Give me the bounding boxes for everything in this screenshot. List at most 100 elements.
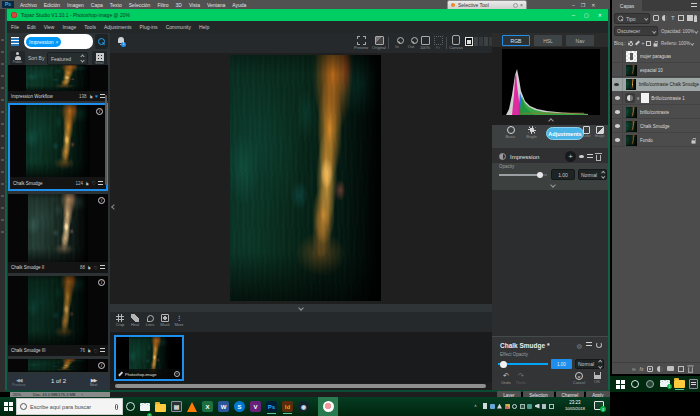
menu-archivo[interactable]: Archivo	[20, 2, 37, 8]
filmstrip-scrollbar[interactable]	[115, 384, 486, 388]
secondary-explorer-icon[interactable]	[674, 378, 685, 388]
menu-texto[interactable]: Texto	[110, 2, 122, 8]
search-tag-remove-icon[interactable]: ×	[55, 39, 58, 45]
lock-artboard-icon[interactable]	[646, 41, 651, 46]
impression-visibility-icon[interactable]	[579, 155, 584, 159]
sidebar-small-view-button[interactable]: Small	[92, 51, 107, 66]
blend-mode-dropdown[interactable]: Oscurecer	[614, 26, 658, 36]
tray-icon-4[interactable]	[505, 404, 510, 409]
taskbar-mail-icon[interactable]: 1	[140, 398, 150, 416]
new-layer-icon[interactable]	[678, 366, 684, 372]
menu-edicion[interactable]: Edición	[44, 2, 60, 8]
menu-filtro[interactable]: Filtro	[157, 2, 168, 8]
filter-adjustment-icon[interactable]	[662, 15, 668, 21]
link-layers-icon[interactable]: ∞	[632, 366, 636, 372]
lens-tool-button[interactable]: Lens	[143, 314, 157, 327]
topaz-menu-help[interactable]: Help	[199, 24, 209, 30]
topaz-menu-edit[interactable]: Edit	[27, 24, 36, 30]
color-button[interactable]: Color	[581, 126, 592, 138]
taskbar-skype-icon[interactable]: S	[234, 401, 245, 412]
effect-menu-icon[interactable]	[586, 342, 592, 348]
new-adjustment-icon[interactable]	[657, 366, 663, 372]
favorite-icon[interactable]: ♥	[95, 93, 98, 99]
impression-toggle-icon[interactable]	[499, 153, 506, 160]
menu-seleccion[interactable]: Selección	[129, 2, 151, 8]
notification-center-button[interactable]: 3	[594, 401, 604, 410]
effect-opacity-slider[interactable]	[498, 363, 548, 365]
topaz-close-button[interactable]: ✕	[598, 12, 602, 18]
view-single-button[interactable]	[465, 37, 473, 46]
lock-all-icon[interactable]	[654, 43, 658, 46]
layer-row-fondo[interactable]: Fondo	[612, 134, 700, 147]
layer-visibility-icon[interactable]	[615, 110, 620, 114]
basic-button[interactable]: Basic	[503, 126, 518, 139]
tab-rgb[interactable]: RGB	[502, 35, 530, 46]
favorite-icon[interactable]: ♡	[94, 265, 98, 271]
preset-menu-icon[interactable]	[100, 348, 105, 353]
tray-icon-5[interactable]	[512, 404, 517, 409]
preset-item-partial[interactable]: i	[8, 359, 108, 372]
filter-pin-icon[interactable]	[694, 15, 697, 22]
layer-visibility-icon[interactable]	[615, 138, 620, 142]
layer-visibility-icon[interactable]	[615, 124, 620, 128]
sidebar-search-button[interactable]	[95, 34, 108, 49]
taskbar-clock[interactable]: 23:23 10/05/2018	[560, 400, 590, 411]
info-icon[interactable]: i	[98, 279, 105, 286]
effect-link-icon[interactable]: ◎	[577, 342, 582, 349]
layer-row-espacial-10[interactable]: espacial 10	[612, 64, 700, 77]
impression-blend-dropdown[interactable]: Normal	[578, 169, 607, 180]
taskbar-excel-icon[interactable]: X	[202, 401, 213, 412]
zoom-out-button[interactable]: Out	[404, 36, 418, 49]
secondary-notepad-icon[interactable]	[689, 379, 698, 389]
taskbar-cortana-icon[interactable]	[126, 402, 135, 411]
impression-add-button[interactable]: +	[565, 151, 576, 162]
taskbar-topaz-active[interactable]	[318, 397, 338, 416]
impression-menu-icon[interactable]	[587, 154, 593, 160]
menu-ayuda[interactable]: Ayuda	[232, 2, 246, 8]
filter-shape-icon[interactable]	[678, 15, 684, 21]
topaz-menu-community[interactable]: Community	[166, 24, 191, 30]
pagination-next-button[interactable]: ▶▶ Next	[90, 377, 97, 387]
view-side-button[interactable]	[479, 37, 483, 46]
tray-icon-6[interactable]	[520, 404, 525, 409]
search-tag[interactable]: Impression ×	[26, 37, 61, 47]
effect-blend-dropdown[interactable]: Normal	[575, 359, 604, 369]
bright-button[interactable]: Bright	[524, 126, 539, 139]
pagination-previous-button[interactable]: ◀◀ Previous	[12, 377, 26, 387]
tab-nav[interactable]: Nav	[566, 35, 594, 46]
original-button[interactable]: Original	[371, 36, 387, 50]
secondary-cortana-icon[interactable]	[631, 380, 639, 388]
preset-item-chalk-smudge-iii[interactable]: i Chalk Smudge III 76 ☛ ♡	[8, 276, 108, 356]
tray-icon-10[interactable]	[549, 404, 554, 409]
impression-opacity-handle[interactable]	[537, 172, 543, 178]
layer-row-brillo-chalk-ii[interactable]: brillo/contraste Chalk Smudge II	[612, 78, 700, 91]
layer-visibility-icon[interactable]	[615, 96, 620, 100]
layer-visibility-icon[interactable]	[614, 83, 619, 87]
sidebar-search-field[interactable]: Impression ×	[24, 34, 93, 49]
tray-icon-9[interactable]	[542, 404, 546, 409]
taskbar-explorer-icon[interactable]	[155, 398, 166, 416]
sort-by-dropdown[interactable]: Featured	[47, 52, 88, 65]
sidebar-scrollbar[interactable]	[105, 95, 107, 185]
taskbar-vlc-icon[interactable]	[187, 402, 197, 412]
zoom-fit-button[interactable]: Fit	[432, 36, 444, 50]
filter-smart-icon[interactable]	[687, 15, 693, 21]
preset-item-impression-workflow[interactable]: Impression Workflow 138 ☛ ♥	[8, 65, 108, 101]
tray-icon-2[interactable]	[490, 404, 495, 409]
view-split-button[interactable]	[474, 37, 478, 46]
sidebar-menu-button[interactable]	[8, 34, 22, 49]
zoom-in-button[interactable]: In	[390, 36, 404, 49]
topaz-menu-plugins[interactable]: Plug-ins	[140, 24, 158, 30]
filter-type-icon[interactable]: T	[671, 15, 675, 21]
adjustments-button[interactable]: Adjustments	[546, 127, 584, 140]
ps-minimize-button[interactable]: –	[572, 2, 575, 8]
tab-capas[interactable]: Capas	[612, 0, 642, 11]
layer-effects-icon[interactable]: fx	[640, 366, 644, 372]
lock-brush-icon[interactable]	[635, 41, 640, 46]
layer-row-brillo-contraste[interactable]: brillo/contraste	[612, 106, 700, 119]
taskbar-vs-icon[interactable]: V	[250, 401, 261, 412]
undo-button[interactable]: ↶ Undo	[500, 372, 512, 385]
topaz-menu-adjustments[interactable]: Adjustments	[104, 24, 132, 30]
layer-row-brillo-contraste-1[interactable]: 8 Brillo/contraste 1	[612, 92, 700, 105]
taskbar-notepad-icon[interactable]: ▤	[171, 401, 182, 412]
